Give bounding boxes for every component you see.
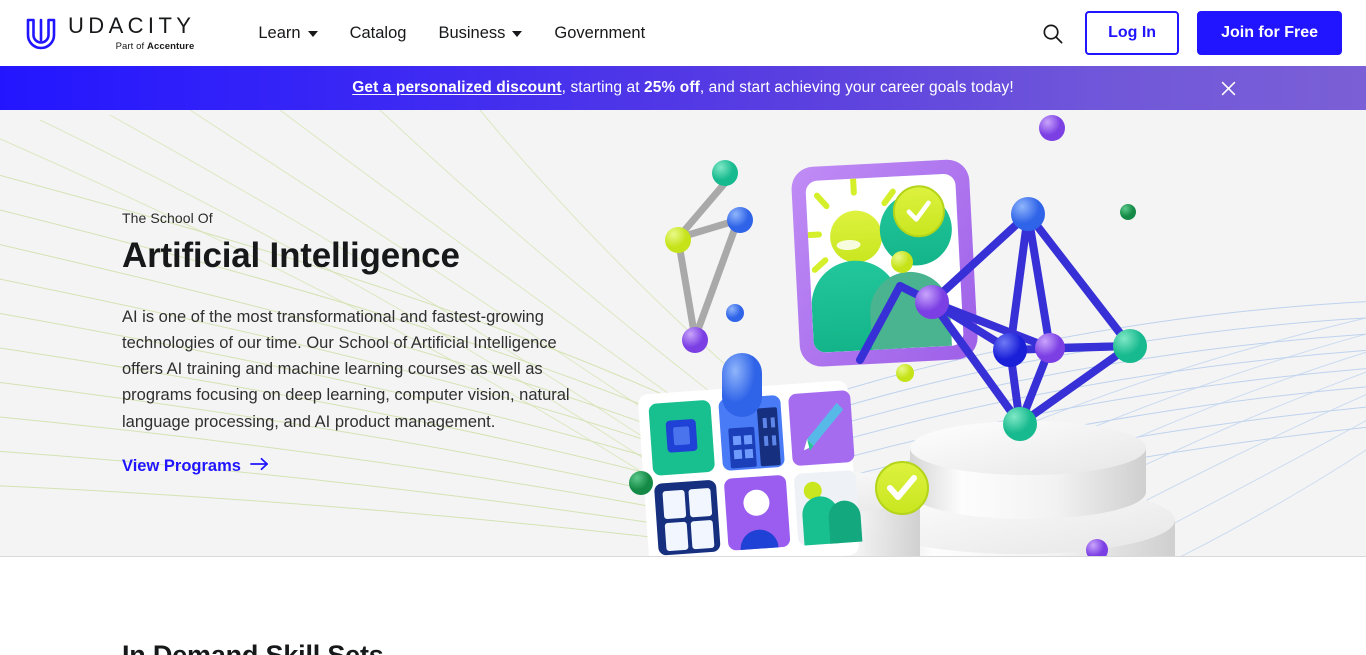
graph-node (1011, 197, 1045, 231)
chevron-down-icon (512, 31, 523, 37)
main-nav: Learn Catalog Business Government (242, 18, 661, 49)
hero-description: AI is one of the most transformational a… (122, 308, 570, 431)
header-actions: Log In Join for Free (1037, 11, 1342, 55)
promo-end-text: , and start achieving your career goals … (699, 79, 1014, 96)
in-demand-skills-section: In Demand Skill Sets (0, 640, 1366, 655)
udacity-shield-icon (24, 16, 58, 50)
graph-node (891, 251, 913, 273)
logo-wordmark: UDACITY (68, 12, 196, 38)
hero-section: The School Of Artificial Intelligence AI… (0, 110, 1366, 557)
capsule-shape (722, 353, 762, 417)
graph-node (993, 333, 1027, 367)
arrow-right-icon (250, 457, 269, 476)
hero-copy: The School Of Artificial Intelligence AI… (122, 210, 592, 476)
nav-item-catalog[interactable]: Catalog (334, 18, 423, 49)
nav-item-label: Catalog (349, 23, 407, 42)
nav-item-government[interactable]: Government (538, 18, 661, 49)
site-header: UDACITY Part of Accenture Learn Catalog … (0, 0, 1366, 66)
search-icon[interactable] (1037, 18, 1067, 48)
nav-item-business[interactable]: Business (422, 18, 538, 49)
section-title: In Demand Skill Sets (122, 640, 384, 655)
nav-item-learn[interactable]: Learn (242, 18, 333, 49)
hero-illustration (629, 115, 1175, 556)
promo-discount-amount: 25% off (644, 79, 700, 96)
nav-item-label: Learn (258, 23, 301, 42)
login-button[interactable]: Log In (1085, 11, 1180, 55)
photo-card (791, 159, 978, 367)
promo-discount-link[interactable]: Get a personalized discount (352, 79, 561, 96)
view-programs-link[interactable]: View Programs (122, 457, 269, 476)
graph-node (1003, 407, 1037, 441)
nav-item-label: Business (438, 23, 506, 42)
graph-node (1113, 329, 1147, 363)
promo-banner-text: Get a personalized discount, starting at… (352, 79, 1014, 97)
molecule-icon (665, 160, 753, 353)
graph-node (1035, 333, 1065, 363)
join-for-free-button[interactable]: Join for Free (1197, 11, 1342, 55)
check-badge-icon (875, 461, 929, 515)
page-title: Artificial Intelligence (122, 236, 460, 275)
view-programs-label: View Programs (122, 456, 241, 475)
promo-banner: Get a personalized discount, starting at… (0, 66, 1366, 110)
hero-eyebrow: The School Of (122, 210, 213, 226)
chevron-down-icon (307, 31, 318, 37)
udacity-logo[interactable]: UDACITY Part of Accenture (24, 12, 196, 52)
graph-node (915, 285, 949, 319)
close-icon[interactable] (1217, 77, 1239, 99)
promo-mid-text: , starting at (561, 79, 645, 96)
nav-item-label: Government (554, 23, 646, 42)
logo-tagline: Part of Accenture (115, 40, 195, 52)
